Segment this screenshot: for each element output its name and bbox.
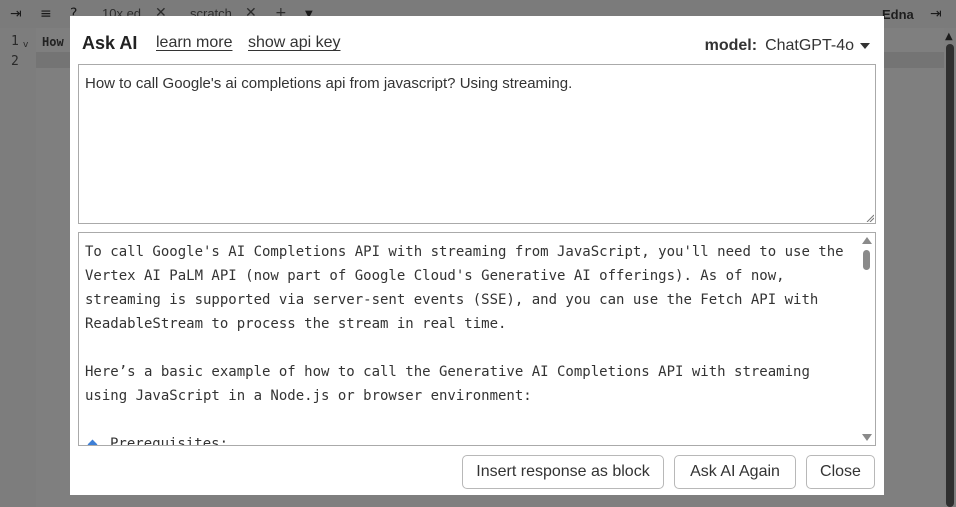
app-name: Edna <box>882 7 914 22</box>
response-scrollbar[interactable] <box>859 233 875 445</box>
response-panel[interactable]: To call Google's AI Completions API with… <box>78 232 876 446</box>
ask-ai-again-button[interactable]: Ask AI Again <box>674 455 796 489</box>
collapse-right-icon[interactable]: ⇥ <box>930 6 942 22</box>
scroll-up-icon[interactable]: ▲ <box>945 31 953 42</box>
diamond-bullet-icon <box>87 439 98 445</box>
insert-response-button[interactable]: Insert response as block <box>462 455 664 489</box>
bullet-text: Prerequisites: <box>110 436 229 446</box>
prompt-text: How to call Google's ai completions api … <box>85 75 573 92</box>
menu-icon[interactable]: ≡ <box>40 6 52 22</box>
editor-scrollbar[interactable]: ▲ <box>944 28 956 507</box>
dropdown-caret-icon[interactable] <box>860 43 870 49</box>
scrollbar-thumb[interactable] <box>946 44 954 507</box>
line-gutter: 1 2 <box>0 28 36 507</box>
show-api-key-link[interactable]: show api key <box>248 34 341 52</box>
response-bullet: Prerequisites: <box>85 432 855 446</box>
close-button[interactable]: Close <box>806 455 875 489</box>
collapse-left-icon[interactable]: ⇥ <box>10 6 22 22</box>
fold-chevron-icon[interactable]: v <box>23 40 28 50</box>
resize-handle-icon[interactable] <box>866 214 874 222</box>
response-content: To call Google's AI Completions API with… <box>85 240 855 446</box>
response-paragraph: Here’s a basic example of how to call th… <box>85 364 810 404</box>
model-value[interactable]: ChatGPT-4o <box>765 37 854 55</box>
prompt-textarea[interactable]: How to call Google's ai completions api … <box>78 64 876 224</box>
line-number: 2 <box>11 54 19 69</box>
ask-ai-dialog: Ask AI learn more show api key model: Ch… <box>70 16 884 495</box>
scrollbar-thumb[interactable] <box>863 250 870 270</box>
model-label: model: <box>704 37 758 54</box>
model-selector[interactable]: model: ChatGPT-4o <box>705 37 870 55</box>
line-number: 1 <box>11 34 19 49</box>
dialog-title: Ask AI <box>82 33 138 53</box>
editor-text[interactable]: How <box>42 35 64 49</box>
scroll-down-icon[interactable] <box>862 434 872 441</box>
response-paragraph: To call Google's AI Completions API with… <box>85 244 844 332</box>
learn-more-link[interactable]: learn more <box>156 34 232 52</box>
scroll-up-icon[interactable] <box>862 237 872 244</box>
